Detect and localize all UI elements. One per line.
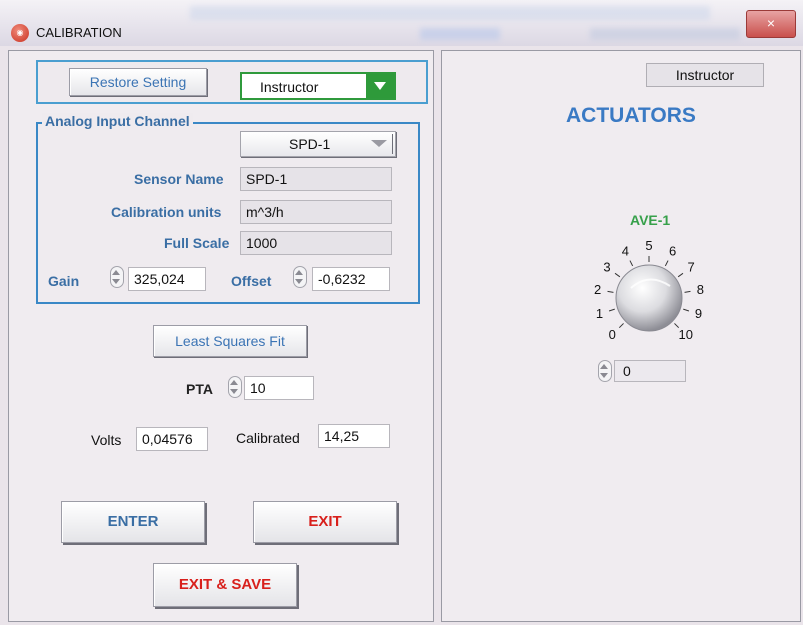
actuators-title: ACTUATORS	[566, 104, 696, 127]
calibration-window: ◉ CALIBRATION × Restore Setting Instruct…	[0, 0, 803, 625]
knob-tick-label: 3	[603, 259, 610, 274]
knob-tick-label: 6	[669, 244, 676, 259]
user-role-indicator: Instructor	[646, 63, 764, 87]
knob-tick-label: 1	[596, 306, 603, 321]
offset-label: Offset	[231, 273, 272, 289]
knob-tick	[683, 308, 690, 312]
gain-stepper-arrows-icon[interactable]	[108, 266, 124, 288]
knob-tick	[614, 272, 621, 278]
exit-and-save-button[interactable]: EXIT & SAVE	[153, 563, 297, 607]
knob-dial[interactable]	[615, 264, 683, 332]
knob-label: AVE-1	[630, 212, 671, 228]
user-role-value: Instructor	[260, 79, 319, 95]
pta-label: PTA	[186, 381, 213, 397]
knob-tick-label: 4	[622, 244, 629, 259]
exit-button[interactable]: EXIT	[253, 501, 397, 543]
knob-tick	[677, 272, 684, 278]
sensor-name-field[interactable]: SPD-1	[240, 167, 392, 191]
app-icon: ◉	[11, 24, 29, 42]
calibrated-label: Calibrated	[236, 430, 300, 446]
offset-stepper-arrows-icon[interactable]	[291, 266, 307, 288]
enter-button[interactable]: ENTER	[61, 501, 205, 543]
knob-tick	[608, 308, 615, 312]
channel-select-value: SPD-1	[289, 136, 331, 152]
channel-select[interactable]: SPD-1	[240, 131, 396, 157]
knob-tick-label: 7	[687, 259, 694, 274]
calibrated-value: 14,25	[318, 424, 390, 448]
calibration-units-label: Calibration units	[111, 204, 222, 220]
close-button[interactable]: ×	[746, 10, 796, 38]
knob-tick	[684, 290, 691, 293]
volts-value: 0,04576	[136, 427, 208, 451]
analog-input-group-title: Analog Input Channel	[42, 113, 193, 129]
knob-tick-label: 2	[594, 282, 601, 297]
knob-tick-label: 0	[609, 327, 616, 342]
gain-label: Gain	[48, 273, 80, 289]
pta-field[interactable]: 10	[244, 376, 314, 400]
user-role-select[interactable]: Instructor	[240, 72, 396, 100]
knob-tick	[629, 260, 634, 267]
volts-label: Volts	[91, 432, 122, 448]
title-bar: ◉ CALIBRATION ×	[0, 0, 803, 46]
gain-field[interactable]: 325,024	[128, 267, 206, 291]
full-scale-label: Full Scale	[164, 235, 230, 251]
knob-tick	[607, 290, 614, 293]
full-scale-field[interactable]: 1000	[240, 231, 392, 255]
knob-tick-label: 8	[697, 282, 704, 297]
calibration-units-field[interactable]: m^3/h	[240, 200, 392, 224]
restore-setting-button[interactable]: Restore Setting	[69, 68, 207, 96]
knob-tick-label: 10	[679, 327, 693, 342]
knob-tick	[618, 323, 624, 329]
dropdown-arrow-icon	[366, 74, 394, 98]
knob-tick	[664, 260, 669, 267]
knob-tick-label: 5	[645, 238, 652, 253]
chevron-down-icon	[371, 140, 387, 147]
knob-tick-label: 9	[695, 306, 702, 321]
sensor-name-label: Sensor Name	[134, 171, 224, 187]
knob-stepper-arrows-icon[interactable]	[596, 360, 612, 382]
least-squares-fit-button[interactable]: Least Squares Fit	[153, 325, 307, 357]
window-title: CALIBRATION	[36, 25, 122, 40]
offset-field[interactable]: -0,6232	[312, 267, 390, 291]
actuator-knob[interactable]: 01 234 5 678 910	[584, 228, 714, 358]
pta-stepper-arrows-icon[interactable]	[226, 376, 242, 398]
knob-value-field[interactable]: 0	[614, 360, 686, 382]
